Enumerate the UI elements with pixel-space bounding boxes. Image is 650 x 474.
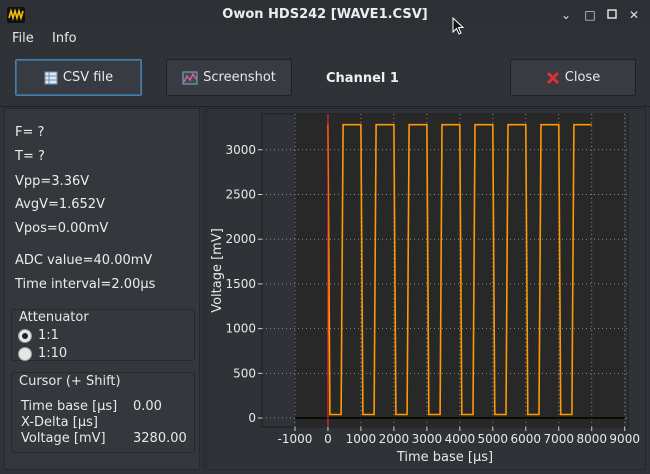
y-axis-label: Voltage [mV] — [210, 228, 225, 313]
attenuator-option-label: 1:10 — [38, 346, 68, 361]
time-base-label: Time base [µs] — [21, 399, 118, 414]
plot-frame: -1000 0 1000 2000 3000 4000 5000 6000 7000 8000 90… — [206, 108, 646, 470]
vpos-readout: Vpos=0.00mV — [15, 221, 109, 236]
toolbar: CSV file Screenshot Channel 1 Close — [0, 51, 650, 106]
attenuator-title: Attenuator — [17, 310, 91, 325]
maximize-icon[interactable]: □ — [583, 8, 597, 22]
attenuator-option-1-1[interactable]: 1:1 — [18, 328, 59, 343]
y-tick-label: 500 — [233, 366, 256, 380]
voltage-value: 3280.00 — [133, 431, 187, 446]
x-tick-label: 9000 — [609, 432, 640, 446]
y-tick-label: 1500 — [225, 277, 256, 291]
avgv-readout: AvgV=1.652V — [15, 197, 105, 212]
adc-readout: ADC value=40.00mV — [15, 253, 153, 268]
screenshot-button-label: Screenshot — [203, 70, 276, 85]
vpp-readout: Vpp=3.36V — [15, 174, 90, 189]
screenshot-button[interactable]: Screenshot — [166, 59, 292, 96]
menu-info[interactable]: Info — [52, 31, 77, 46]
csv-file-button-label: CSV file — [62, 70, 114, 85]
y-tick-label: 1000 — [225, 322, 256, 336]
x-tick-label: 8000 — [576, 432, 607, 446]
x-tick-label: 6000 — [511, 432, 542, 446]
x-tick-label: 2000 — [379, 432, 410, 446]
y-tick-label: 2000 — [225, 232, 256, 246]
radio-button[interactable] — [18, 346, 32, 361]
x-tick-label: 4000 — [445, 432, 476, 446]
x-tick-label: 7000 — [543, 432, 574, 446]
table-icon — [44, 71, 58, 84]
x-tick-label: 3000 — [412, 432, 443, 446]
title-bar: Owon HDS242 [WAVE1.CSV] ⌄ □ ✕ — [0, 0, 650, 35]
menu-bar: File Info — [0, 30, 650, 50]
frequency-readout: F= ? — [15, 125, 45, 140]
toolbar-separator — [0, 106, 650, 107]
measurement-panel: F= ? T= ? Vpp=3.36V AvgV=1.652V Vpos=0.0… — [4, 108, 200, 470]
period-readout: T= ? — [15, 149, 45, 164]
x-tick-label: -1000 — [278, 432, 313, 446]
x-axis-label: Time base [µs] — [396, 450, 493, 465]
csv-file-button[interactable]: CSV file — [15, 59, 142, 96]
cursor-group-title: Cursor (+ Shift) — [17, 374, 123, 389]
close-button[interactable]: Close — [510, 59, 636, 96]
channel-label: Channel 1 — [326, 71, 399, 86]
close-button-label: Close — [564, 70, 601, 85]
waveform-chart[interactable]: -1000 0 1000 2000 3000 4000 5000 6000 7000 8000 90… — [207, 109, 645, 469]
close-x-icon — [546, 71, 559, 84]
y-tick-label: 3000 — [225, 143, 256, 157]
window-title: Owon HDS242 [WAVE1.CSV] — [222, 7, 428, 22]
maximize-restore-icon[interactable] — [605, 8, 619, 22]
x-tick-label: 0 — [324, 432, 332, 446]
attenuator-group: Attenuator 1:1 1:10 — [11, 309, 195, 361]
xdelta-label: X-Delta [µs] — [21, 415, 98, 430]
cursor-group: Cursor (+ Shift) Time base [µs] 0.00 X-D… — [11, 372, 195, 453]
y-tick-label: 0 — [248, 411, 256, 425]
attenuator-option-label: 1:1 — [38, 328, 59, 343]
minimize-icon[interactable]: ⌄ — [559, 8, 573, 22]
close-window-icon[interactable]: ✕ — [627, 8, 641, 22]
voltage-label: Voltage [mV] — [21, 431, 106, 446]
panel-splitter[interactable] — [203, 108, 205, 470]
attenuator-option-1-10[interactable]: 1:10 — [18, 346, 67, 361]
menu-file[interactable]: File — [12, 31, 34, 46]
time-base-value: 0.00 — [133, 399, 162, 414]
x-tick-label: 5000 — [478, 432, 509, 446]
x-tick-label: 1000 — [346, 432, 377, 446]
radio-button[interactable] — [18, 328, 32, 343]
y-tick-label: 2500 — [225, 187, 256, 201]
time-interval-readout: Time interval=2.00µs — [15, 277, 156, 292]
chart-image-icon — [182, 71, 198, 84]
